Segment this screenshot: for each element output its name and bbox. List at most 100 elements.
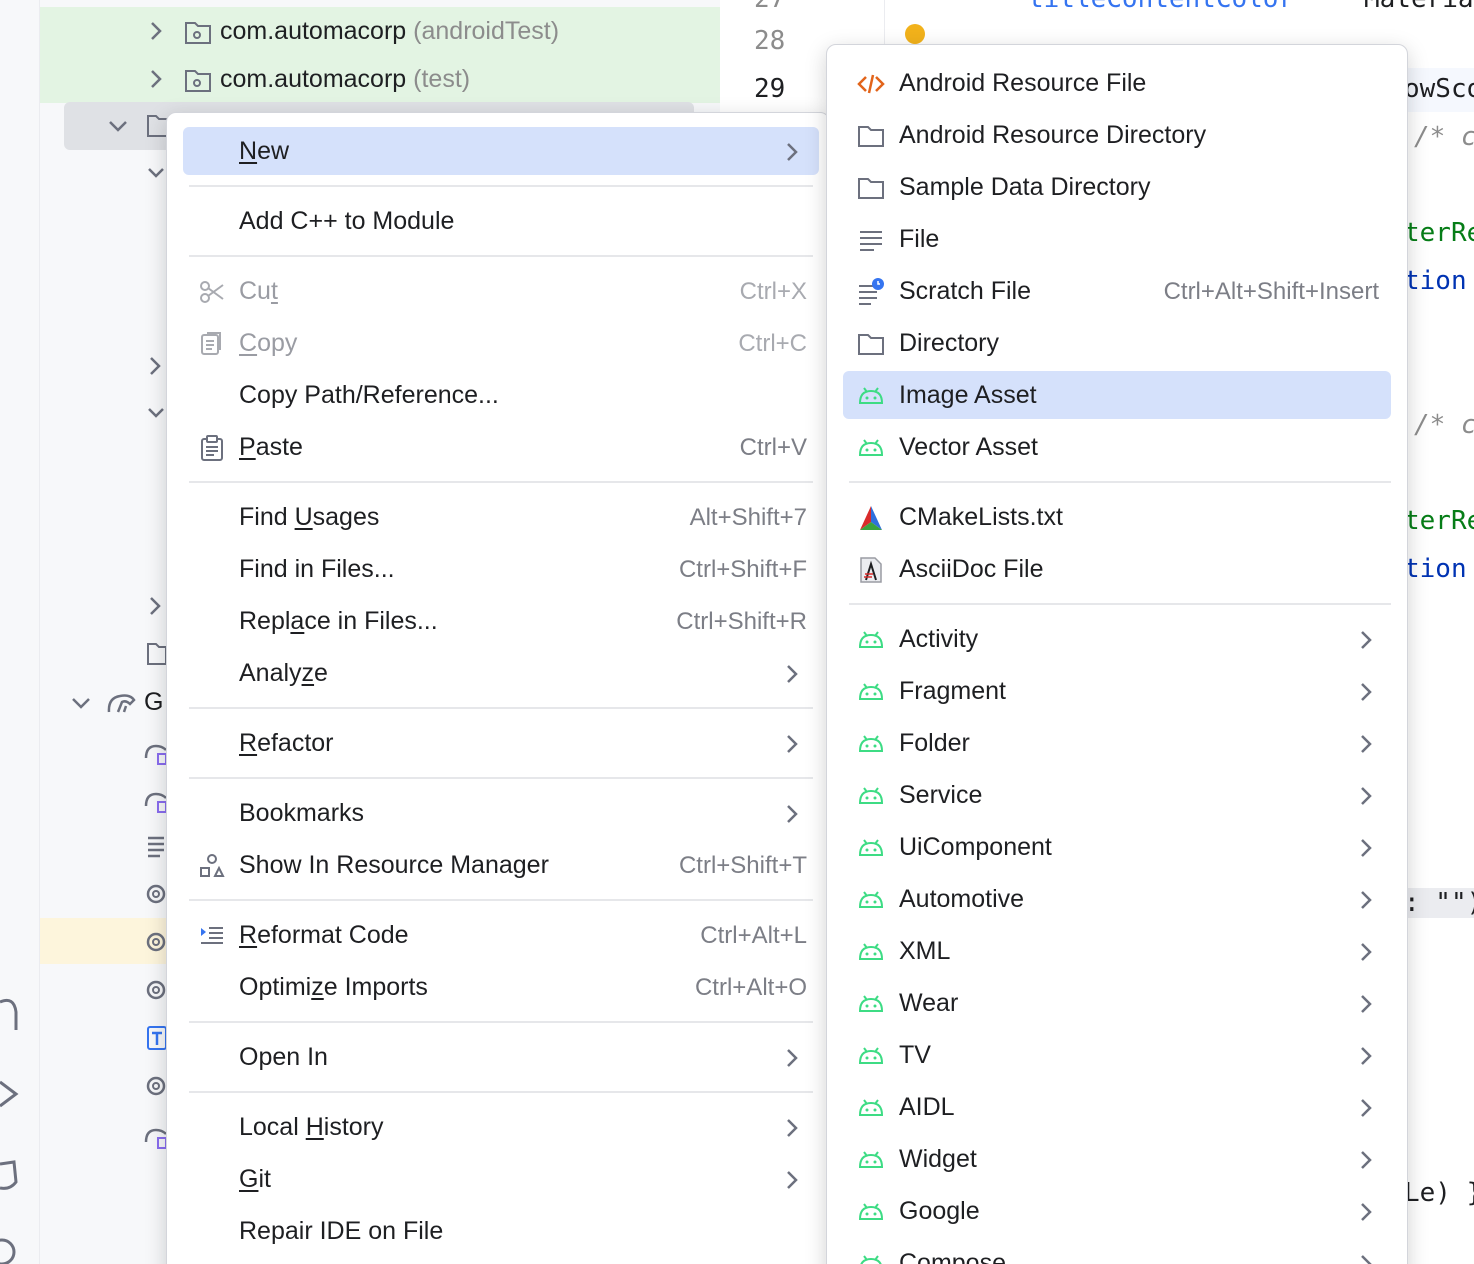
clipboard-icon [201, 435, 223, 461]
gradle-icon [107, 694, 136, 713]
cmake-icon [860, 506, 882, 530]
chevron-down-icon[interactable] [146, 162, 166, 184]
code-fragment: tion [1404, 266, 1467, 296]
menu-item-copy[interactable]: Copy Ctrl+C [183, 319, 819, 367]
submenu-item-compose[interactable]: Compose [843, 1239, 1391, 1264]
menu-item-find-usages[interactable]: Find Usages Alt+Shift+7 [183, 493, 819, 541]
chevron-down-icon[interactable] [106, 116, 130, 136]
submenu-item-android-resource-directory[interactable]: Android Resource Directory [843, 111, 1391, 159]
menu-item-reformat-code[interactable]: Reformat Code Ctrl+Alt+L [183, 911, 819, 959]
menu-item-find-in-files[interactable]: Find in Files... Ctrl+Shift+F [183, 545, 819, 593]
submenu-item-scratch-file[interactable]: Scratch File Ctrl+Alt+Shift+Insert [843, 267, 1391, 315]
chevron-right-icon[interactable] [146, 67, 166, 91]
chevron-right-icon [1361, 787, 1372, 805]
submenu-item-xml[interactable]: XML [843, 927, 1391, 975]
menu-item-copy-path[interactable]: Copy Path/Reference... [183, 371, 819, 419]
menu-item-local-history[interactable]: Local History [183, 1103, 819, 1151]
submenu-item-service[interactable]: Service [843, 771, 1391, 819]
menu-item-open-in[interactable]: Open In [183, 1033, 819, 1081]
menu-separator [849, 603, 1391, 605]
chevron-right-icon [787, 735, 798, 753]
menu-item-new[interactable]: New [183, 127, 819, 175]
submenu-item-sample-data-directory[interactable]: Sample Data Directory [843, 163, 1391, 211]
submenu-item-aidl[interactable]: AIDL [843, 1083, 1391, 1131]
submenu-item-label: TV [899, 1041, 931, 1069]
chevron-right-icon [787, 143, 798, 161]
gradle-file-icon [144, 744, 166, 765]
tree-row-android-test[interactable]: com.automacorp (androidTest) [40, 7, 720, 55]
menu-item-add-cpp[interactable]: Add C++ to Module [183, 197, 819, 245]
source-set-suffix: (androidTest) [413, 17, 560, 45]
android-icon [858, 735, 884, 752]
tool-window-strip [0, 0, 40, 1264]
menu-item-show-in-resource-manager[interactable]: Show In Resource Manager Ctrl+Shift+T [183, 841, 819, 889]
chevron-right-icon [1361, 631, 1372, 649]
submenu-item-widget[interactable]: Widget [843, 1135, 1391, 1183]
menu-item-refactor[interactable]: Refactor [183, 719, 819, 767]
submenu-item-fragment[interactable]: Fragment [843, 667, 1391, 715]
menu-item-label: Repair IDE on File [239, 1217, 444, 1245]
menu-item-label: Local History [239, 1113, 384, 1141]
menu-separator [189, 1091, 813, 1093]
submenu-item-automotive[interactable]: Automotive [843, 875, 1391, 923]
chevron-right-icon[interactable] [146, 594, 164, 618]
gradle-file-icon [144, 792, 166, 813]
terminal-icon[interactable] [0, 1232, 20, 1264]
submenu-item-label: Wear [899, 989, 959, 1017]
menu-item-label: Add C++ to Module [239, 207, 455, 235]
menu-item-git[interactable]: Git [183, 1155, 819, 1203]
submenu-item-label: Automotive [899, 885, 1025, 913]
submenu-item-directory[interactable]: Directory [843, 319, 1391, 367]
submenu-item-google[interactable]: Google [843, 1187, 1391, 1235]
submenu-item-wear[interactable]: Wear [843, 979, 1391, 1027]
submenu-item-android-resource-file[interactable]: Android Resource File [843, 59, 1391, 107]
shortcut-label: Ctrl+V [739, 434, 807, 461]
menu-item-label: Reformat Code [239, 921, 409, 949]
build-variants-icon[interactable] [0, 1074, 20, 1114]
tree-label-gradle-scripts[interactable]: G [144, 688, 163, 717]
shortcut-label: Ctrl+Alt+L [700, 922, 807, 949]
asciidoc-icon [860, 557, 882, 583]
gradle-file-icon [144, 1128, 166, 1149]
menu-item-label: Analyze [239, 659, 328, 687]
chevron-right-icon [1361, 735, 1372, 753]
chevron-right-icon[interactable] [146, 354, 164, 378]
chevron-right-icon [787, 665, 798, 683]
menu-item-optimize-imports[interactable]: Optimize Imports Ctrl+Alt+O [183, 963, 819, 1011]
submenu-item-folder[interactable]: Folder [843, 719, 1391, 767]
menu-separator [189, 777, 813, 779]
menu-item-cut[interactable]: Cut Ctrl+X [183, 267, 819, 315]
menu-item-paste[interactable]: Paste Ctrl+V [183, 423, 819, 471]
lightbulb-icon[interactable] [902, 22, 928, 46]
chevron-right-icon [1361, 1203, 1372, 1221]
android-icon [858, 631, 884, 648]
submenu-item-vector-asset[interactable]: Vector Asset [843, 423, 1391, 471]
chevron-right-icon[interactable] [146, 19, 166, 43]
submenu-item-asciidoc-file[interactable]: AsciiDoc File [843, 545, 1391, 593]
submenu-item-image-asset[interactable]: Image Asset [843, 371, 1391, 419]
commit-icon[interactable] [0, 990, 20, 1034]
android-icon [858, 1047, 884, 1064]
chevron-down-icon[interactable] [70, 692, 92, 714]
submenu-item-tv[interactable]: TV [843, 1031, 1391, 1079]
menu-item-label: Find Usages [239, 503, 380, 531]
scratch-file-icon [859, 278, 884, 305]
submenu-item-cmakelists[interactable]: CMakeLists.txt [843, 493, 1391, 541]
submenu-item-uicomponent[interactable]: UiComponent [843, 823, 1391, 871]
menu-item-label: Refactor [239, 729, 334, 757]
menu-item-bookmarks[interactable]: Bookmarks [183, 789, 819, 837]
submenu-item-activity[interactable]: Activity [843, 615, 1391, 663]
menu-item-label: New [239, 137, 290, 165]
chevron-right-icon [1361, 1151, 1372, 1169]
submenu-item-file[interactable]: File [843, 215, 1391, 263]
chevron-down-icon[interactable] [146, 402, 166, 424]
code-fragment: titleContentColor [1028, 0, 1294, 14]
menu-item-analyze[interactable]: Analyze [183, 649, 819, 697]
tree-row-test[interactable]: com.automacorp (test) [40, 55, 720, 103]
logcat-icon[interactable] [0, 1158, 20, 1194]
chevron-right-icon [1361, 839, 1372, 857]
menu-item-replace-in-files[interactable]: Replace in Files... Ctrl+Shift+R [183, 597, 819, 645]
menu-item-repair-ide-on-file[interactable]: Repair IDE on File [183, 1207, 819, 1255]
chevron-right-icon [1361, 995, 1372, 1013]
shortcut-label: Alt+Shift+7 [689, 504, 807, 531]
